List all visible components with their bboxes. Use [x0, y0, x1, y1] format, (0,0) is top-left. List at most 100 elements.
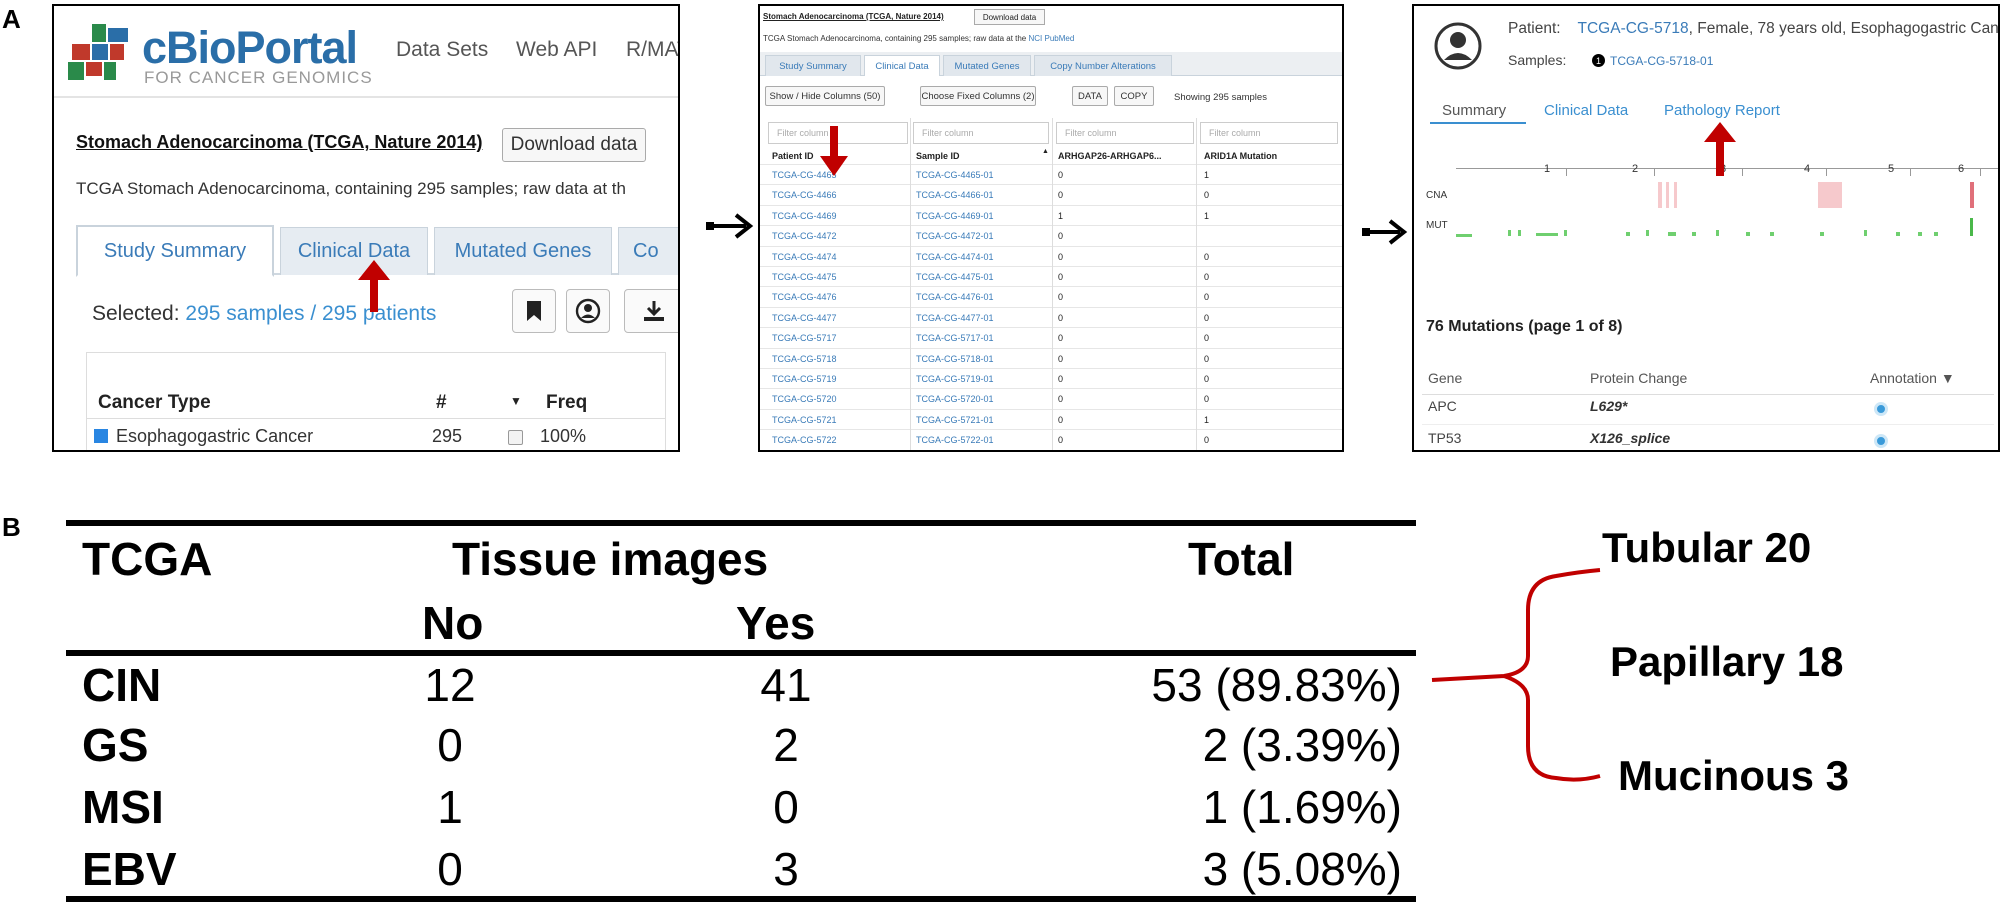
description-links[interactable]: NCI PubMed: [1028, 34, 1074, 43]
selected-samples-link[interactable]: 295 samples: [185, 302, 304, 325]
sample-id-cell[interactable]: TCGA-CG-5718-01: [916, 354, 994, 364]
patient-id-cell[interactable]: TCGA-CG-5720: [772, 394, 837, 404]
annotation-icon[interactable]: [1874, 402, 1888, 416]
sample-id-cell[interactable]: TCGA-CG-5720-01: [916, 394, 994, 404]
col-freq[interactable]: Freq: [546, 392, 587, 414]
filter-arhgap26[interactable]: Filter column: [1056, 122, 1194, 144]
download-button[interactable]: [624, 289, 678, 333]
col-count[interactable]: #: [436, 392, 447, 414]
show-hide-columns-button[interactable]: Show / Hide Columns (50): [765, 86, 885, 106]
arid1a-cell: 0: [1204, 394, 1210, 405]
patient-id-cell[interactable]: TCGA-CG-4475: [772, 272, 837, 282]
arhgap26-cell: 0: [1058, 414, 1064, 425]
cancer-type-checkbox[interactable]: [508, 430, 523, 445]
nav-data-sets[interactable]: Data Sets: [396, 38, 488, 62]
tab-pathology-report[interactable]: Pathology Report: [1664, 102, 1780, 119]
sample-id-link[interactable]: TCGA-CG-5718-01: [1610, 54, 1713, 68]
no-cell: 12: [424, 659, 476, 711]
tab-copy-number[interactable]: Copy Number Alterations: [1034, 55, 1172, 76]
chromosome-number: 6: [1958, 163, 1965, 175]
sort-caret-icon[interactable]: ▲: [1042, 148, 1049, 155]
filter-arid1a[interactable]: Filter column: [1200, 122, 1338, 144]
patient-id-cell[interactable]: TCGA-CG-5721: [772, 415, 837, 425]
patient-id-link[interactable]: TCGA-CG-5718: [1578, 20, 1689, 37]
user-button[interactable]: [566, 289, 610, 333]
download-data-button[interactable]: Download data: [974, 9, 1045, 25]
sample-id-cell[interactable]: TCGA-CG-4476-01: [916, 292, 994, 302]
tab-clinical-data[interactable]: Clinical Data: [1544, 102, 1628, 119]
patient-id-cell[interactable]: TCGA-CG-5719: [772, 374, 837, 384]
chromosome-tick: [1566, 168, 1567, 176]
cbioportal-logo[interactable]: cBioPortal FOR CANCER GENOMICS: [58, 10, 378, 94]
tab-copy-number[interactable]: Co: [618, 227, 678, 275]
patient-id-cell[interactable]: TCGA-CG-5718: [772, 354, 837, 364]
sample-id-cell[interactable]: TCGA-CG-5722-01: [916, 435, 994, 445]
sample-id-cell[interactable]: TCGA-CG-4477-01: [916, 313, 994, 323]
bookmark-button[interactable]: [512, 289, 556, 333]
data-button[interactable]: DATA: [1072, 86, 1108, 106]
sample-id-cell[interactable]: TCGA-CG-4465-01: [916, 170, 994, 180]
header-yes: Yes: [736, 597, 816, 649]
no-cell: 0: [437, 719, 463, 771]
col-cancer-type[interactable]: Cancer Type: [98, 392, 211, 414]
chromosome-tick: [1980, 168, 1981, 176]
arid1a-cell: 0: [1204, 333, 1210, 344]
col-annotation[interactable]: Annotation ▼: [1870, 370, 1955, 386]
sample-id-cell[interactable]: TCGA-CG-4469-01: [916, 211, 994, 221]
copy-button[interactable]: COPY: [1114, 86, 1154, 106]
arid1a-cell: 0: [1204, 374, 1210, 384]
study-title[interactable]: Stomach Adenocarcinoma (TCGA, Nature 201…: [76, 132, 482, 153]
patient-id-cell[interactable]: TCGA-CG-5717: [772, 333, 837, 343]
curly-bracket: [1431, 568, 1601, 782]
tab-clinical-data[interactable]: Clinical Data: [280, 227, 428, 275]
cancer-type-name: Esophagogastric Cancer: [116, 426, 314, 446]
col-patient-id[interactable]: Patient ID: [772, 151, 814, 161]
nav-web-api[interactable]: Web API: [516, 38, 597, 62]
sample-id-cell[interactable]: TCGA-CG-4474-01: [916, 252, 994, 262]
sample-id-cell[interactable]: TCGA-CG-4475-01: [916, 272, 994, 282]
chromosome-number: 2: [1632, 163, 1639, 175]
arid1a-cell: 1: [1204, 414, 1210, 425]
col-arhgap26[interactable]: ARHGAP26-ARHGAP6...: [1058, 151, 1162, 161]
sample-id-cell[interactable]: TCGA-CG-4466-01: [916, 190, 994, 200]
patient-id-cell[interactable]: TCGA-CG-4472: [772, 231, 837, 241]
patient-id-cell[interactable]: TCGA-CG-5722: [772, 435, 837, 445]
patient-id-cell[interactable]: TCGA-CG-4474: [772, 252, 837, 262]
tab-mutated-genes[interactable]: Mutated Genes: [943, 55, 1031, 76]
patient-id-cell[interactable]: TCGA-CG-4466: [772, 190, 837, 200]
column-divider: [1196, 118, 1197, 450]
tab-summary[interactable]: Summary: [1442, 102, 1506, 119]
sample-id-cell[interactable]: TCGA-CG-4472-01: [916, 231, 994, 241]
col-protein-change[interactable]: Protein Change: [1590, 370, 1687, 386]
nav-r-matlab[interactable]: R/MAT: [626, 38, 678, 62]
study-title[interactable]: Stomach Adenocarcinoma (TCGA, Nature 201…: [763, 12, 944, 21]
tab-clinical-data[interactable]: Clinical Data: [864, 55, 940, 76]
patient-id-cell[interactable]: TCGA-CG-4477: [772, 313, 837, 323]
yes-cell: 0: [773, 781, 799, 833]
filter-sample-id[interactable]: Filter column: [913, 122, 1049, 144]
sample-id-cell[interactable]: TCGA-CG-5721-01: [916, 415, 994, 425]
col-gene[interactable]: Gene: [1428, 370, 1462, 386]
annotation-icon[interactable]: [1874, 434, 1888, 448]
col-arid1a[interactable]: ARID1A Mutation: [1204, 151, 1277, 161]
sample-id-cell[interactable]: TCGA-CG-5717-01: [916, 333, 994, 343]
patient-info: , Female, 78 years old, Esophagogastric …: [1688, 20, 2000, 37]
sort-caret-icon[interactable]: ▼: [510, 394, 522, 408]
patient-id-cell[interactable]: TCGA-CG-4476: [772, 292, 837, 302]
row-label: EBV: [82, 843, 177, 895]
subtype-tubular: Tubular 20: [1602, 524, 1812, 571]
tab-mutated-genes[interactable]: Mutated Genes: [434, 227, 612, 275]
col-sample-id[interactable]: Sample ID: [916, 151, 960, 161]
table-divider: [86, 418, 666, 419]
tab-study-summary[interactable]: Study Summary: [76, 225, 274, 277]
download-data-button[interactable]: Download data: [502, 128, 646, 162]
gene-cell: APC: [1428, 398, 1457, 414]
sample-id-cell[interactable]: TCGA-CG-5719-01: [916, 374, 994, 384]
tab-study-summary[interactable]: Study Summary: [765, 55, 861, 76]
choose-fixed-columns-button[interactable]: Choose Fixed Columns (2): [920, 86, 1036, 106]
yes-cell: 2: [773, 719, 799, 771]
patient-id-cell[interactable]: TCGA-CG-4469: [772, 211, 837, 221]
row-label: MSI: [82, 781, 164, 833]
red-arrow-down-icon: [820, 126, 848, 176]
sample-badge: 1: [1592, 54, 1605, 67]
